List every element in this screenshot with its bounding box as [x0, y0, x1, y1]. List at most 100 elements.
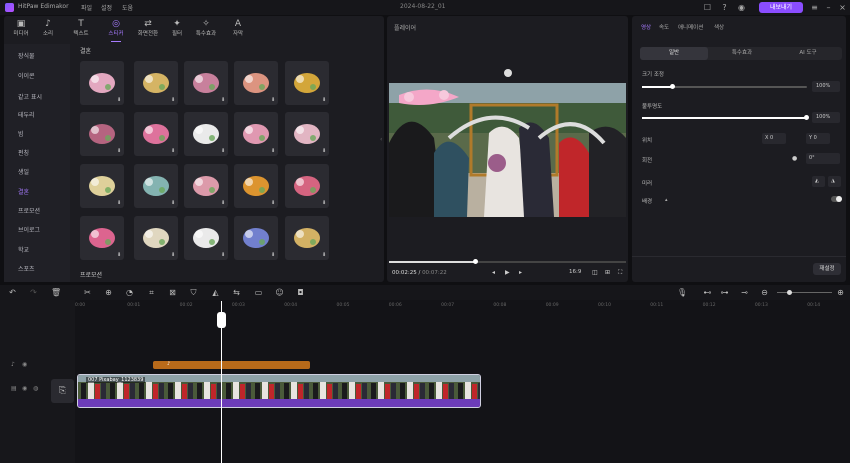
sticker-floral-card[interactable]: ⬇	[184, 112, 228, 156]
download-icon[interactable]: ⬇	[117, 98, 122, 103]
video-mute-icon[interactable]: ◍	[33, 385, 38, 392]
help-icon[interactable]: ?	[720, 3, 729, 12]
sticker-rose-bouquet[interactable]: ⬇	[80, 112, 124, 156]
tab-sticker[interactable]: ◎ 스티커	[102, 18, 130, 42]
mask-icon[interactable]: ⛉	[189, 288, 198, 297]
download-icon[interactable]: ⬇	[322, 98, 327, 103]
sidebar-item-birthday[interactable]: 생일	[4, 166, 70, 180]
next-frame-icon[interactable]: ▸	[519, 269, 522, 276]
seek-knob[interactable]	[473, 259, 478, 264]
tab-filter[interactable]: ✦ 필터	[163, 18, 191, 40]
transform-icon[interactable]: ⊠	[168, 288, 177, 297]
link-icon[interactable]: ⊷	[703, 288, 712, 297]
reset-button[interactable]: 재설정	[813, 263, 841, 275]
split-track-icon[interactable]: ⊶	[720, 288, 729, 297]
sticker-candle-flowers[interactable]: ⬇	[234, 216, 278, 260]
sidebar-item-promotion[interactable]: 프로모션	[4, 205, 70, 219]
opacity-value[interactable]: 100%	[812, 112, 840, 123]
background-expand-icon[interactable]: ▴	[665, 197, 668, 203]
flip-vertical-icon[interactable]: ◮	[828, 176, 841, 187]
download-icon[interactable]: ⬇	[271, 98, 276, 103]
menu-file[interactable]: 파일	[81, 3, 92, 12]
sidebar-item-beam[interactable]: 빔	[4, 128, 70, 142]
download-icon[interactable]: ⬇	[322, 149, 327, 154]
speed-icon[interactable]: ◔	[125, 288, 134, 297]
zoom-slider[interactable]	[777, 290, 832, 295]
opacity-knob[interactable]	[804, 115, 809, 120]
split-icon[interactable]: ✂	[83, 288, 92, 297]
sidebar-item-icon[interactable]: 이이콘	[4, 70, 70, 84]
video-visibility-icon[interactable]: ◉	[22, 385, 27, 392]
download-icon[interactable]: ⬇	[171, 253, 176, 258]
tab-effects[interactable]: ✧ 특수효과	[192, 18, 220, 40]
download-icon[interactable]: ⬇	[171, 98, 176, 103]
close-icon[interactable]: ×	[838, 3, 847, 12]
snapshot-icon[interactable]: ◫	[592, 269, 598, 276]
sidebar-item-decoration[interactable]: 장식물	[4, 50, 70, 64]
sidebar-item-wedding[interactable]: 결혼	[4, 186, 70, 200]
sticker-ribbon-gift[interactable]: ⬇	[184, 61, 228, 105]
audio-visibility-icon[interactable]: ◉	[22, 361, 27, 368]
playhead-handle[interactable]	[217, 312, 226, 328]
sticker-champagne[interactable]: ⬇	[285, 216, 329, 260]
minimize-icon[interactable]: –	[824, 3, 833, 12]
timeline-ruler[interactable]: 0:00 00:01 00:02 00:03 00:04 00:05 00:06 00:07 0…	[75, 300, 850, 313]
sticker-single-rose[interactable]: ⬇	[285, 164, 329, 208]
sidebar-item-school[interactable]: 학교	[4, 244, 70, 258]
sticker-wedding-cake[interactable]: ⬇	[80, 216, 124, 260]
tab-speed[interactable]: 속도	[659, 23, 669, 31]
download-icon[interactable]: ⬇	[322, 201, 327, 206]
sidebar-item-border[interactable]: 테두리	[4, 109, 70, 123]
mic-icon[interactable]: 🎙	[677, 288, 687, 297]
segment-effects[interactable]: 특수효과	[708, 47, 776, 60]
seek-bar[interactable]	[389, 259, 626, 264]
tab-subtitle[interactable]: A 자막	[224, 18, 252, 40]
zoom-knob[interactable]	[787, 290, 792, 295]
sticker-white-rose[interactable]: ⬇	[134, 216, 178, 260]
aspect-ratio-select[interactable]: 16:9	[569, 269, 581, 275]
redo-icon[interactable]: ↷	[29, 288, 38, 297]
sticker-toast-glasses[interactable]: ⬇	[234, 164, 278, 208]
undo-icon[interactable]: ↶	[8, 288, 17, 297]
download-icon[interactable]: ⬇	[221, 149, 226, 154]
feedback-icon[interactable]: ☐	[703, 3, 712, 12]
sticker-bells-bouquet[interactable]: ⬇	[234, 61, 278, 105]
zoom-in-icon[interactable]: ⊕	[836, 288, 845, 297]
mirror-icon[interactable]: ◭	[211, 288, 220, 297]
rotate-handle-icon[interactable]	[504, 69, 512, 77]
menu-settings[interactable]: 설정	[101, 3, 112, 12]
export-button[interactable]: 내보내기	[759, 2, 803, 13]
fit-track-icon[interactable]: ⊸	[740, 288, 749, 297]
sticker-pink-ribbon-banner[interactable]: ⬇	[234, 112, 278, 156]
menu-help[interactable]: 도움	[122, 3, 133, 12]
sidebar-item-punch[interactable]: 펀칭	[4, 147, 70, 161]
sticker-pink-heels[interactable]: ⬇	[134, 112, 178, 156]
sticker-wedding-car[interactable]: ⬇	[134, 164, 178, 208]
rotation-dial-icon[interactable]: ●	[792, 155, 797, 162]
comment-icon[interactable]: ▭	[254, 288, 263, 297]
tab-text[interactable]: T 텍스트	[67, 18, 95, 40]
download-icon[interactable]: ⬇	[171, 201, 176, 206]
fullscreen-icon[interactable]: ⛶	[618, 269, 622, 277]
fit-icon[interactable]: ⊞	[605, 269, 610, 276]
delete-icon[interactable]: 🗑	[51, 288, 61, 297]
download-icon[interactable]: ⬇	[221, 253, 226, 258]
scale-value[interactable]: 100%	[812, 81, 840, 92]
sticker-just-married-banner[interactable]: ⬇	[285, 112, 329, 156]
add-media-button[interactable]: ⎘	[51, 379, 74, 403]
download-icon[interactable]: ⬇	[117, 149, 122, 154]
scale-slider[interactable]	[642, 84, 807, 89]
tab-audio[interactable]: ♪ 소리	[34, 18, 62, 40]
segment-general[interactable]: 일반	[640, 47, 708, 60]
zoom-out-icon[interactable]: ⊖	[760, 288, 769, 297]
sticker-flower-bunch[interactable]: ⬇	[184, 164, 228, 208]
sticker-floral-wreath[interactable]: ⬇	[134, 61, 178, 105]
opacity-slider[interactable]	[642, 115, 809, 120]
account-icon[interactable]: ◉	[737, 3, 746, 12]
video-preview[interactable]	[389, 83, 626, 217]
download-icon[interactable]: ⬇	[271, 149, 276, 154]
face-icon[interactable]: ☺	[275, 288, 284, 297]
reverse-icon[interactable]: ⇆	[232, 288, 241, 297]
scale-knob[interactable]	[670, 84, 675, 89]
tab-video[interactable]: 영상	[641, 23, 651, 31]
